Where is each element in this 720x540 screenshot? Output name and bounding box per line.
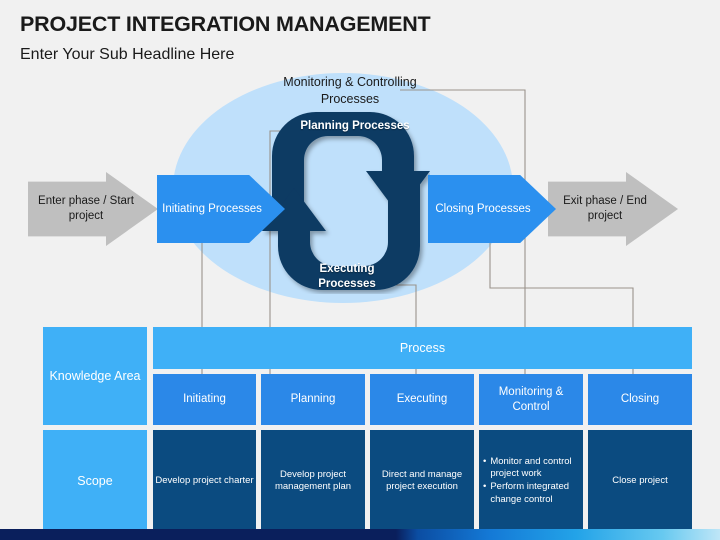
table-cell-monitoring-control: • Monitor and control project work • Perfor… — [479, 430, 583, 532]
table-row-header-scope: Scope — [43, 430, 147, 532]
table-header-knowledge-area: Knowledge Area — [43, 327, 147, 425]
table-cell-executing: Direct and manage project execution — [370, 430, 474, 532]
bullet-text: Perform integrated change control — [490, 481, 570, 505]
closing-processes-label: Closing Processes — [435, 202, 531, 215]
exit-phase-label: Exit phase / End project — [563, 195, 647, 222]
initiating-processes-label: Initiating Processes — [162, 202, 262, 215]
bullet-text: Monitor and control project work — [490, 455, 572, 480]
bullet-dot: • — [483, 481, 487, 492]
table-header-phase-initiating: Initiating — [153, 374, 256, 425]
table-header-phase-closing: Closing — [588, 374, 692, 425]
table-header-phase-monitoring-control: Monitoring & Control — [479, 374, 583, 425]
table-cell-initiating: Develop project charter — [153, 430, 256, 532]
table-header-phase-planning: Planning — [261, 374, 365, 425]
bullet-list: • Monitor and control project work • Perfor… — [479, 452, 583, 511]
slide-canvas: PROJECT INTEGRATION MANAGEMENT Enter You… — [0, 0, 720, 540]
enter-phase-label: Enter phase / Start project — [38, 195, 134, 222]
table-cell-closing: Close project — [588, 430, 692, 532]
accent-bar — [0, 529, 720, 540]
cycle-label-monitoring: Monitoring & Controlling Processes — [283, 75, 417, 106]
table-cell-planning: Develop project management plan — [261, 430, 365, 532]
table-header-phase-executing: Executing — [370, 374, 474, 425]
cycle-label-planning: Planning Processes — [300, 120, 410, 132]
cycle-label-executing: Executing Processes — [318, 263, 376, 290]
bullet-item: • Monitor and control project work — [483, 456, 580, 481]
table-header-process: Process — [153, 327, 692, 369]
bullet-dot: • — [483, 455, 487, 467]
bullet-item: • Perform integrated change control — [483, 481, 580, 506]
